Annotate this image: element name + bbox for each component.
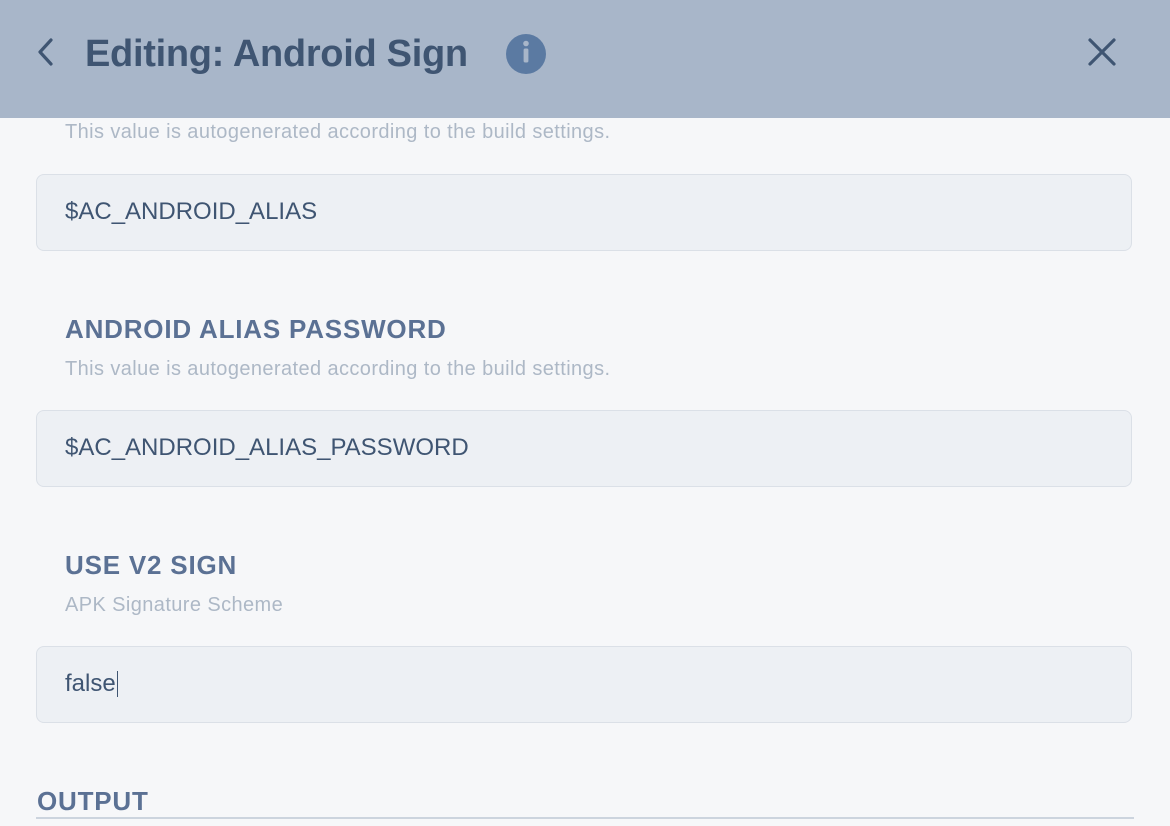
form-content[interactable]: This value is autogenerated according to… <box>0 118 1170 826</box>
close-button[interactable] <box>1082 34 1122 74</box>
back-button[interactable] <box>30 36 62 72</box>
use-v2-sign-value: false <box>65 670 116 697</box>
close-icon <box>1085 35 1119 74</box>
info-button[interactable] <box>506 34 546 74</box>
use-v2-sign-input[interactable]: false <box>36 646 1132 723</box>
alias-password-hint: This value is autogenerated according to… <box>65 358 611 380</box>
alias-field-hint: This value is autogenerated according to… <box>65 121 611 143</box>
android-alias-password-label: ANDROID ALIAS PASSWORD <box>65 314 447 344</box>
page-title: Editing: Android Sign <box>85 33 468 75</box>
info-icon <box>506 32 546 77</box>
output-section-title: OUTPUT <box>37 786 149 816</box>
use-v2-sign-label: USE V2 SIGN <box>65 550 238 580</box>
text-cursor <box>116 670 119 697</box>
chevron-left-icon <box>36 36 56 73</box>
android-alias-password-input[interactable]: $AC_ANDROID_ALIAS_PASSWORD <box>36 410 1132 487</box>
android-alias-input[interactable]: $AC_ANDROID_ALIAS <box>36 174 1132 251</box>
modal-header: Editing: Android Sign <box>0 0 1170 118</box>
use-v2-sign-hint: APK Signature Scheme <box>65 594 284 616</box>
output-section-divider <box>36 817 1134 819</box>
